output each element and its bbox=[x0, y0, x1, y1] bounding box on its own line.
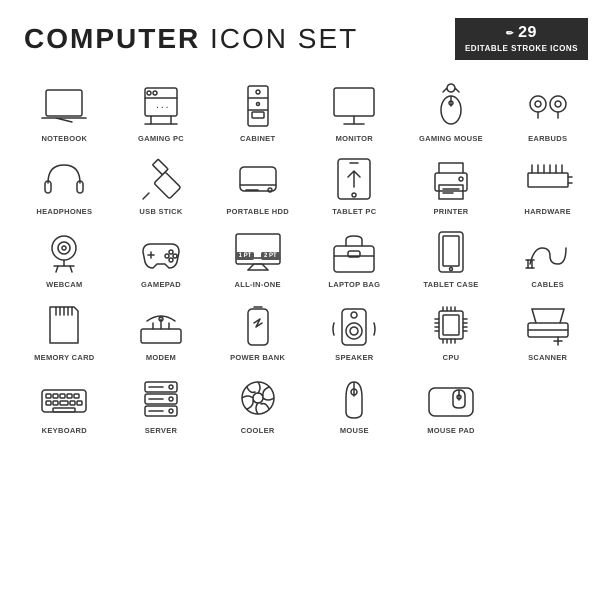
icon-notebook: NOTEBOOK bbox=[16, 74, 113, 147]
icon-gaming-pc: ··· GAMING PC bbox=[113, 74, 210, 147]
page-header: COMPUTER ICON SET ✏ 29 EDITABLE STROKE I… bbox=[0, 0, 612, 70]
icon-cables: CABLES bbox=[499, 220, 596, 293]
icon-webcam: WEBCAM bbox=[16, 220, 113, 293]
icon-grid: NOTEBOOK ··· GAMING PC bbox=[0, 70, 612, 439]
icon-power-bank: POWER BANK bbox=[209, 293, 306, 366]
badge-icon: ✏ bbox=[506, 28, 514, 39]
icon-gaming-mouse: GAMING MOUSE bbox=[403, 74, 500, 147]
icon-tablet-pc: TABLET PC bbox=[306, 147, 403, 220]
icon-earbuds: EARBUDS bbox=[499, 74, 596, 147]
icon-monitor: MONITOR bbox=[306, 74, 403, 147]
icon-gamepad: GAMEPAD bbox=[113, 220, 210, 293]
icon-memory-card: MEMORY CARD bbox=[16, 293, 113, 366]
icon-tablet-case: TABLET CASE bbox=[403, 220, 500, 293]
icon-all-in-one: 1 PT 2 PT ALL-IN-ONE bbox=[209, 220, 306, 293]
icon-speaker: SPEAKER bbox=[306, 293, 403, 366]
icon-scanner: SCANNER bbox=[499, 293, 596, 366]
page-title: COMPUTER ICON SET bbox=[24, 23, 358, 55]
icon-cabinet: CABINET bbox=[209, 74, 306, 147]
icon-keyboard: KEYBOARD bbox=[16, 366, 113, 439]
icon-laptop-bag: LAPTOP BAG bbox=[306, 220, 403, 293]
icon-portable-hdd: PORTABLE HDD bbox=[209, 147, 306, 220]
icon-modem: MODEM bbox=[113, 293, 210, 366]
icon-cooler: COOLER bbox=[209, 366, 306, 439]
icon-mouse: MOUSE bbox=[306, 366, 403, 439]
icon-printer: PRINTER bbox=[403, 147, 500, 220]
icon-server: SERVER bbox=[113, 366, 210, 439]
icon-hardware: HARDWARE bbox=[499, 147, 596, 220]
icon-usb-stick: USB STICK bbox=[113, 147, 210, 220]
icon-mouse-pad: MOUSE PAD bbox=[403, 366, 500, 439]
icon-cpu: CPU bbox=[403, 293, 500, 366]
svg-text:···: ··· bbox=[155, 103, 169, 112]
badge: ✏ 29 EDITABLE STROKE ICONS bbox=[455, 18, 588, 60]
icon-headphones: HEADPHONES bbox=[16, 147, 113, 220]
